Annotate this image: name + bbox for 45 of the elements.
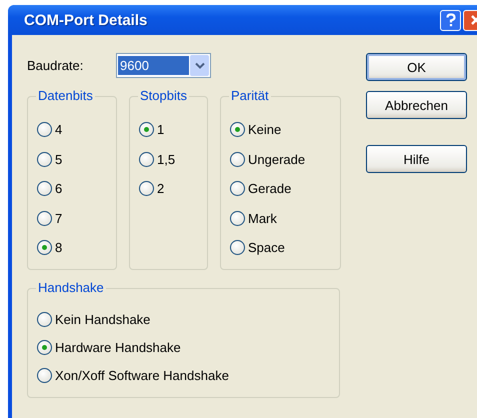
radio-button[interactable] bbox=[139, 152, 154, 167]
baudrate-label: Baudrate: bbox=[27, 58, 84, 72]
radio-button[interactable] bbox=[37, 152, 52, 167]
ok-button[interactable]: OK bbox=[366, 53, 467, 81]
help-button[interactable] bbox=[440, 10, 461, 30]
radio-label[interactable]: 6 bbox=[55, 181, 62, 196]
radio-label[interactable]: 2 bbox=[157, 181, 164, 196]
radio-label[interactable]: 8 bbox=[55, 240, 62, 256]
cancel-button[interactable]: Abbrechen bbox=[366, 91, 467, 119]
radio-label[interactable]: 1,5 bbox=[157, 152, 176, 167]
radio-label[interactable]: Mark bbox=[248, 210, 277, 226]
radio-button[interactable] bbox=[139, 122, 154, 138]
radio-button[interactable] bbox=[37, 368, 52, 382]
radio-label[interactable]: Ungerade bbox=[248, 152, 306, 167]
radio-button[interactable] bbox=[230, 240, 245, 256]
group-title: Datenbits bbox=[36, 88, 95, 103]
radio-button[interactable] bbox=[230, 181, 245, 196]
radio-label[interactable]: 1 bbox=[157, 122, 164, 138]
help-icon bbox=[444, 13, 456, 27]
radio-label[interactable]: 5 bbox=[55, 152, 62, 167]
radio-button[interactable] bbox=[37, 181, 52, 196]
chevron-down-icon bbox=[194, 62, 204, 68]
radio-button[interactable] bbox=[37, 122, 52, 138]
radio-label[interactable]: Gerade bbox=[248, 181, 292, 196]
radio-button[interactable] bbox=[230, 122, 245, 138]
radio-label[interactable]: Kein Handshake bbox=[55, 312, 150, 326]
radio-button[interactable] bbox=[37, 312, 52, 326]
radio-button[interactable] bbox=[37, 340, 52, 354]
baudrate-dropdown[interactable]: 9600 bbox=[116, 52, 211, 78]
window-title: COM-Port Details bbox=[23, 12, 148, 28]
help-dialog-button[interactable]: Hilfe bbox=[366, 145, 467, 173]
radio-label[interactable]: Hardware Handshake bbox=[55, 340, 181, 354]
group-title: Handshake bbox=[36, 280, 106, 295]
radio-button[interactable] bbox=[37, 240, 52, 256]
radio-button[interactable] bbox=[37, 210, 52, 226]
group-title: Stopbits bbox=[138, 88, 189, 103]
radio-label[interactable]: 4 bbox=[55, 122, 62, 138]
radio-label[interactable]: 7 bbox=[55, 210, 62, 226]
radio-label[interactable]: Keine bbox=[248, 122, 282, 138]
radio-label[interactable]: Space bbox=[248, 240, 285, 256]
radio-label[interactable]: Xon/Xoff Software Handshake bbox=[55, 368, 229, 382]
radio-button[interactable] bbox=[230, 210, 245, 226]
group-title: Parität bbox=[229, 88, 271, 103]
radio-button[interactable] bbox=[139, 181, 154, 196]
radio-button[interactable] bbox=[230, 152, 245, 167]
